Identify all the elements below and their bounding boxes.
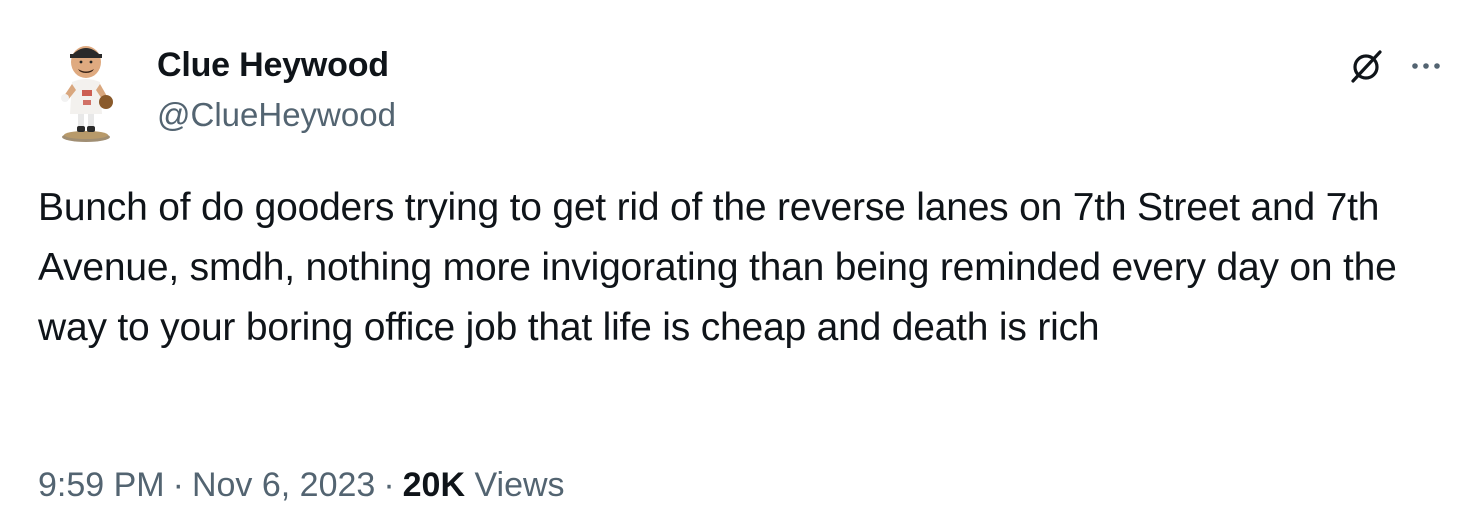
views-count: 20K (402, 466, 466, 504)
tweet-meta: 9:59 PM · Nov 6, 2023 · 20K Views (38, 461, 565, 509)
author-display-name[interactable]: Clue Heywood (157, 44, 396, 86)
more-horizontal-icon[interactable] (1406, 46, 1446, 86)
meta-separator: · (383, 466, 395, 504)
tweet-time[interactable]: 9:59 PM (38, 466, 165, 504)
grok-icon[interactable] (1346, 46, 1386, 86)
author-handle[interactable]: @ClueHeywood (157, 94, 396, 136)
meta-separator: · (172, 466, 184, 504)
tweet-text: Bunch of do gooders trying to get rid of… (38, 186, 1397, 349)
tweet-card: Clue Heywood @ClueHeywood Bunch of do go… (0, 0, 1484, 530)
tweet-header-actions (1346, 46, 1446, 86)
tweet-date[interactable]: Nov 6, 2023 (192, 466, 375, 504)
views-label: Views (474, 466, 565, 504)
avatar[interactable] (52, 38, 120, 144)
author-block: Clue Heywood @ClueHeywood (157, 44, 396, 136)
